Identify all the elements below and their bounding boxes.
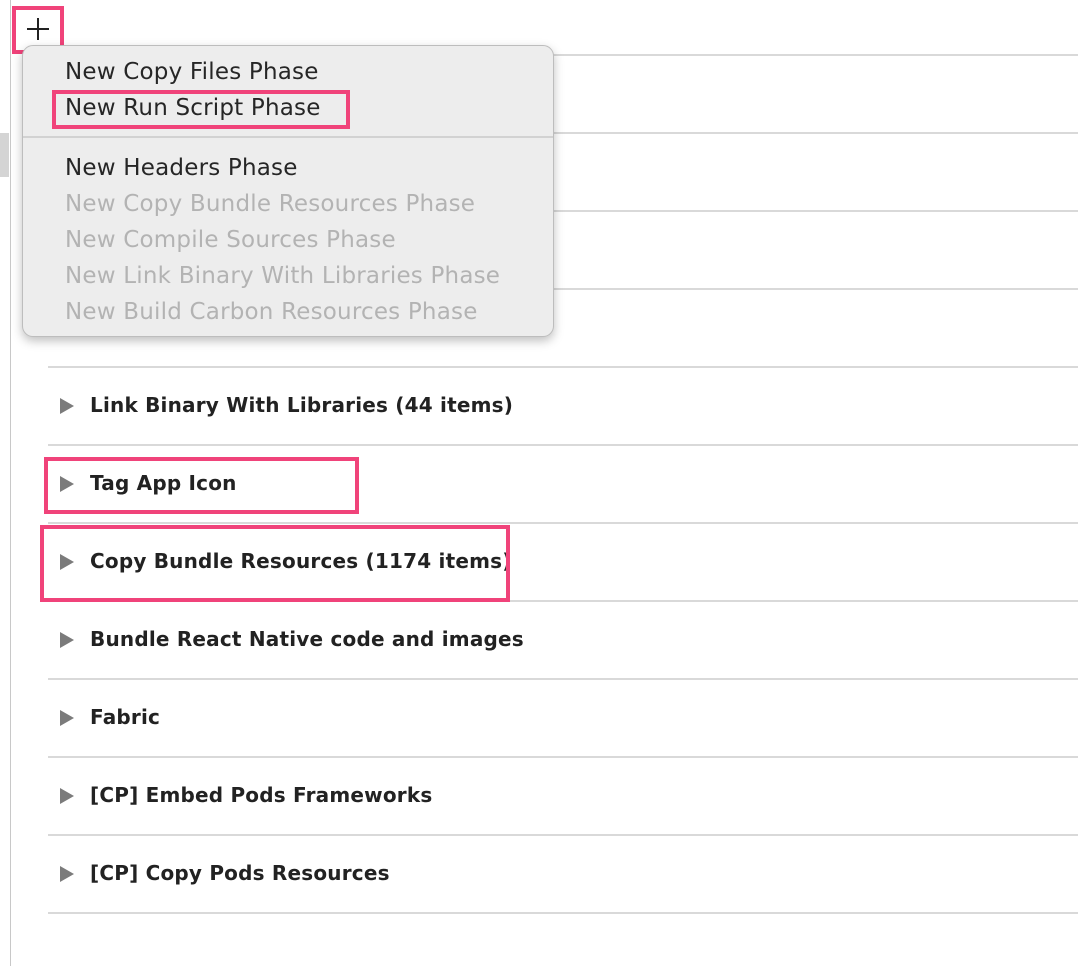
build-phase-copy-pods-resources[interactable]: [CP] Copy Pods Resources xyxy=(48,836,1078,912)
disclosure-triangle-icon[interactable] xyxy=(60,866,74,882)
menu-item-new-copy-bundle-resources-phase: New Copy Bundle Resources Phase xyxy=(65,191,476,217)
build-phase-label: Fabric xyxy=(90,705,161,729)
menu-item-new-compile-sources-phase: New Compile Sources Phase xyxy=(65,227,396,253)
build-phase-bundle-react-native[interactable]: Bundle React Native code and images xyxy=(48,602,1078,678)
left-rail-divider xyxy=(10,0,11,966)
menu-separator xyxy=(23,136,553,138)
disclosure-triangle-icon[interactable] xyxy=(60,632,74,648)
build-phase-label: [CP] Embed Pods Frameworks xyxy=(90,783,433,807)
menu-item-new-link-binary-phase: New Link Binary With Libraries Phase xyxy=(65,263,501,289)
build-phase-fabric[interactable]: Fabric xyxy=(48,680,1078,756)
plus-icon-vertical xyxy=(37,18,39,40)
build-phase-embed-pods-frameworks[interactable]: [CP] Embed Pods Frameworks xyxy=(48,758,1078,834)
disclosure-triangle-icon[interactable] xyxy=(60,788,74,804)
add-build-phase-menu: New Copy Files Phase New Run Script Phas… xyxy=(22,45,554,337)
menu-item-new-copy-files-phase[interactable]: New Copy Files Phase xyxy=(65,54,319,90)
disclosure-triangle-icon[interactable] xyxy=(60,710,74,726)
build-phase-label: Link Binary With Libraries (44 items) xyxy=(90,393,514,417)
rail-selection-indicator xyxy=(0,133,9,177)
menu-item-new-build-carbon-resources-phase: New Build Carbon Resources Phase xyxy=(65,299,478,325)
annotation-highlight-copy-bundle-resources xyxy=(40,525,510,602)
row-divider xyxy=(48,912,1078,914)
menu-item-new-headers-phase[interactable]: New Headers Phase xyxy=(65,150,298,186)
build-phase-link-binary[interactable]: Link Binary With Libraries (44 items) xyxy=(48,368,1078,444)
annotation-highlight-tag-app-icon xyxy=(44,457,359,514)
build-phase-label: [CP] Copy Pods Resources xyxy=(90,861,390,885)
build-phase-label: Bundle React Native code and images xyxy=(90,627,524,651)
disclosure-triangle-icon[interactable] xyxy=(60,398,74,414)
annotation-highlight-run-script xyxy=(52,90,350,129)
